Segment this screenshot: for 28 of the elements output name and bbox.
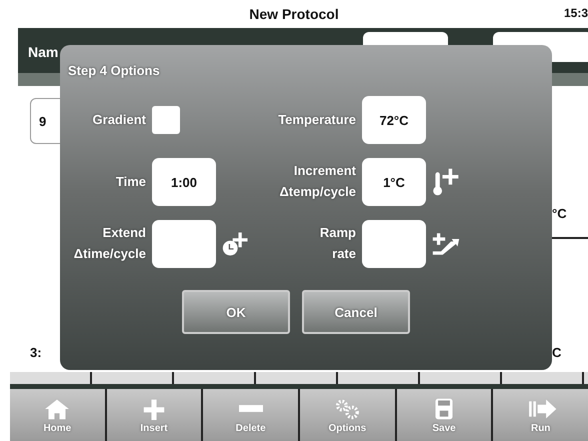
field-label: Ramp rate xyxy=(318,224,356,263)
clock-time: 15:3 xyxy=(564,6,588,20)
field-label: Temperature xyxy=(277,110,356,129)
dialog-button[interactable]: OK xyxy=(182,290,290,334)
toolbar-button[interactable]: Delete xyxy=(203,389,298,441)
minus-icon xyxy=(238,404,263,412)
gradient-checkbox[interactable] xyxy=(152,106,180,134)
value-field[interactable] xyxy=(152,220,216,268)
toolbar-button[interactable]: Home xyxy=(10,389,105,441)
toolbar-button[interactable]: Save xyxy=(396,389,492,441)
field-label: Increment Δtemp/cycle xyxy=(278,162,356,201)
field-label: Time xyxy=(114,172,146,191)
toolbar-button[interactable]: Options xyxy=(300,389,395,441)
name-label: Nam xyxy=(28,44,58,60)
step-temperature: C xyxy=(552,345,562,360)
field-label: Extend Δtime/cycle xyxy=(72,224,146,263)
screen-title: New Protocol xyxy=(249,6,339,22)
dialog-title: Step 4 Options xyxy=(68,63,161,78)
field-label: Gradient xyxy=(92,110,146,129)
dialog-button[interactable]: Cancel xyxy=(302,290,410,334)
value-field[interactable] xyxy=(362,220,426,268)
toolbar-button[interactable]: Insert xyxy=(106,389,202,441)
value-field[interactable]: 72°C xyxy=(362,96,426,144)
value-field[interactable]: 1:00 xyxy=(152,158,216,206)
value-field[interactable]: 1°C xyxy=(362,158,426,206)
step-label: 3: xyxy=(30,345,43,360)
toolbar-button[interactable]: Run xyxy=(493,389,588,441)
thermometer-plus-icon xyxy=(432,167,460,197)
